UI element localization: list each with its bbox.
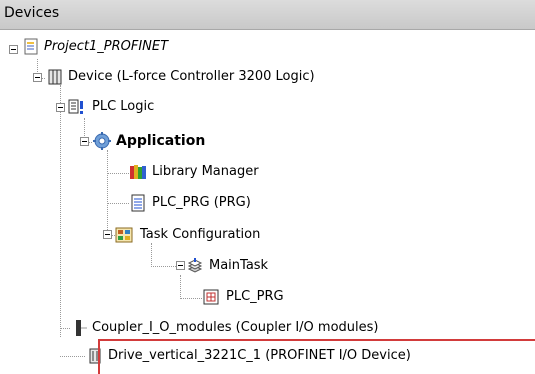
tree-line bbox=[151, 243, 152, 265]
tree-line bbox=[84, 118, 85, 138]
tree-item-device[interactable]: Device (L-force Controller 3200 Logic) bbox=[68, 68, 315, 86]
tree-line bbox=[107, 150, 108, 232]
tree-item-task-configuration[interactable]: Task Configuration bbox=[140, 226, 260, 244]
library-books-icon bbox=[130, 165, 146, 179]
collapse-icon[interactable] bbox=[9, 45, 18, 54]
plc-logic-icon bbox=[68, 99, 83, 114]
tree-line bbox=[151, 266, 176, 267]
collapse-icon[interactable] bbox=[33, 73, 42, 82]
tree-line bbox=[60, 328, 70, 329]
tree-item-plc-logic[interactable]: PLC Logic bbox=[92, 98, 154, 116]
main-task-icon bbox=[187, 258, 203, 273]
tree-item-coupler[interactable]: Coupler_I_O_modules (Coupler I/O modules… bbox=[92, 319, 379, 337]
task-configuration-icon bbox=[115, 227, 133, 243]
tree-item-plc-prg[interactable]: PLC_PRG (PRG) bbox=[152, 194, 251, 212]
program-page-icon bbox=[131, 194, 145, 212]
tree-line bbox=[180, 298, 202, 299]
collapse-icon[interactable] bbox=[103, 230, 112, 239]
devices-panel-title: Devices bbox=[4, 5, 60, 21]
device-icon bbox=[48, 69, 62, 85]
tree-item-main-task-plc-prg[interactable]: PLC_PRG bbox=[226, 288, 284, 306]
program-call-icon bbox=[203, 289, 219, 305]
tree-line bbox=[107, 173, 129, 174]
tree-line bbox=[60, 356, 85, 357]
tree-line bbox=[180, 275, 181, 299]
coupler-icon bbox=[76, 320, 87, 336]
devices-panel-header: Devices bbox=[0, 0, 535, 30]
tree-line bbox=[107, 203, 129, 204]
tree-line bbox=[60, 85, 61, 337]
project-icon bbox=[24, 38, 38, 55]
collapse-icon[interactable] bbox=[56, 103, 65, 112]
tree-item-application[interactable]: Application bbox=[116, 132, 205, 150]
collapse-icon[interactable] bbox=[80, 137, 89, 146]
application-gear-icon bbox=[93, 132, 111, 150]
highlight-frame bbox=[98, 339, 535, 374]
tree-item-library-manager[interactable]: Library Manager bbox=[152, 163, 259, 181]
tree-item-main-task[interactable]: MainTask bbox=[209, 257, 268, 275]
collapse-icon[interactable] bbox=[176, 261, 185, 270]
device-tree[interactable]: Project1_PROFINET Device (L-force Contro… bbox=[0, 30, 535, 374]
tree-item-project[interactable]: Project1_PROFINET bbox=[44, 38, 168, 56]
